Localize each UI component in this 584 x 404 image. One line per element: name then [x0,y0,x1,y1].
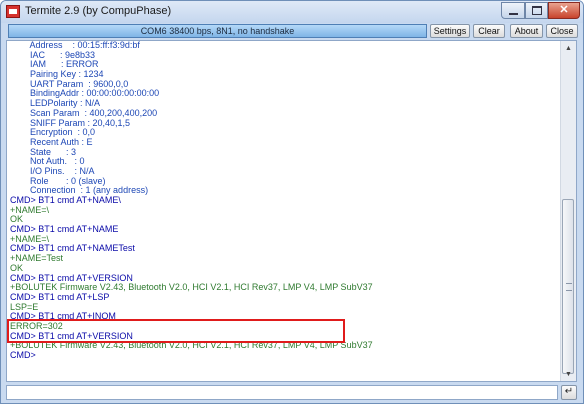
window-title: Termite 2.9 (by CompuPhase) [25,5,172,17]
input-row: ↵ [6,385,577,400]
connection-status: COM6 38400 bps, 8N1, no handshake [8,24,427,38]
minimize-icon [508,12,518,15]
command-input[interactable] [6,385,558,400]
about-button[interactable]: About [510,24,543,38]
terminal-lines: Address : 00:15:ff:f3:9d:bf IAC : 9e8b33… [7,41,562,361]
termite-app-icon[interactable] [6,5,20,18]
terminal-line: Recent Auth : E [10,136,93,147]
terminal-line: CMD> BT1 cmd AT+LSP [10,291,110,302]
vertical-scrollbar[interactable]: ▲ ▼ [560,41,576,381]
minimize-button[interactable] [501,2,525,19]
maximize-icon [531,6,542,15]
termite-window: Termite 2.9 (by CompuPhase) ✕ COM6 38400… [0,0,584,404]
terminal-line: CMD> BT1 cmd AT+NAME\ [10,195,121,205]
terminal-line: CMD> BT1 cmd AT+NAMETest [10,243,135,254]
clear-button[interactable]: Clear [473,24,505,38]
scroll-up-arrow-icon[interactable]: ▲ [561,41,576,55]
window-close-button[interactable]: ✕ [548,2,580,19]
close-icon: ✕ [559,4,569,16]
highlight-annotation-box [7,319,345,343]
close-button[interactable]: Close [546,24,578,38]
scrollbar-thumb[interactable] [562,199,574,374]
maximize-button[interactable] [525,2,548,19]
scrollbar-grip-icon [566,283,572,291]
terminal-output[interactable]: Address : 00:15:ff:f3:9d:bf IAC : 9e8b33… [6,40,577,382]
send-button[interactable]: ↵ [561,385,577,400]
terminal-line: +NAME=Test [10,253,64,264]
enter-icon: ↵ [564,386,574,397]
terminal-line: +NAME=\ [10,204,50,215]
settings-button[interactable]: Settings [430,24,470,38]
terminal-line: CMD> BT1 cmd AT+NAME [10,224,119,235]
terminal-line: CMD> [10,350,36,360]
toolbar: COM6 38400 bps, 8N1, no handshake Settin… [6,24,580,39]
scroll-down-arrow-icon[interactable]: ▼ [561,367,576,381]
terminal-line: State : 3 [10,146,77,157]
title-bar[interactable]: Termite 2.9 (by CompuPhase) ✕ [1,1,583,23]
